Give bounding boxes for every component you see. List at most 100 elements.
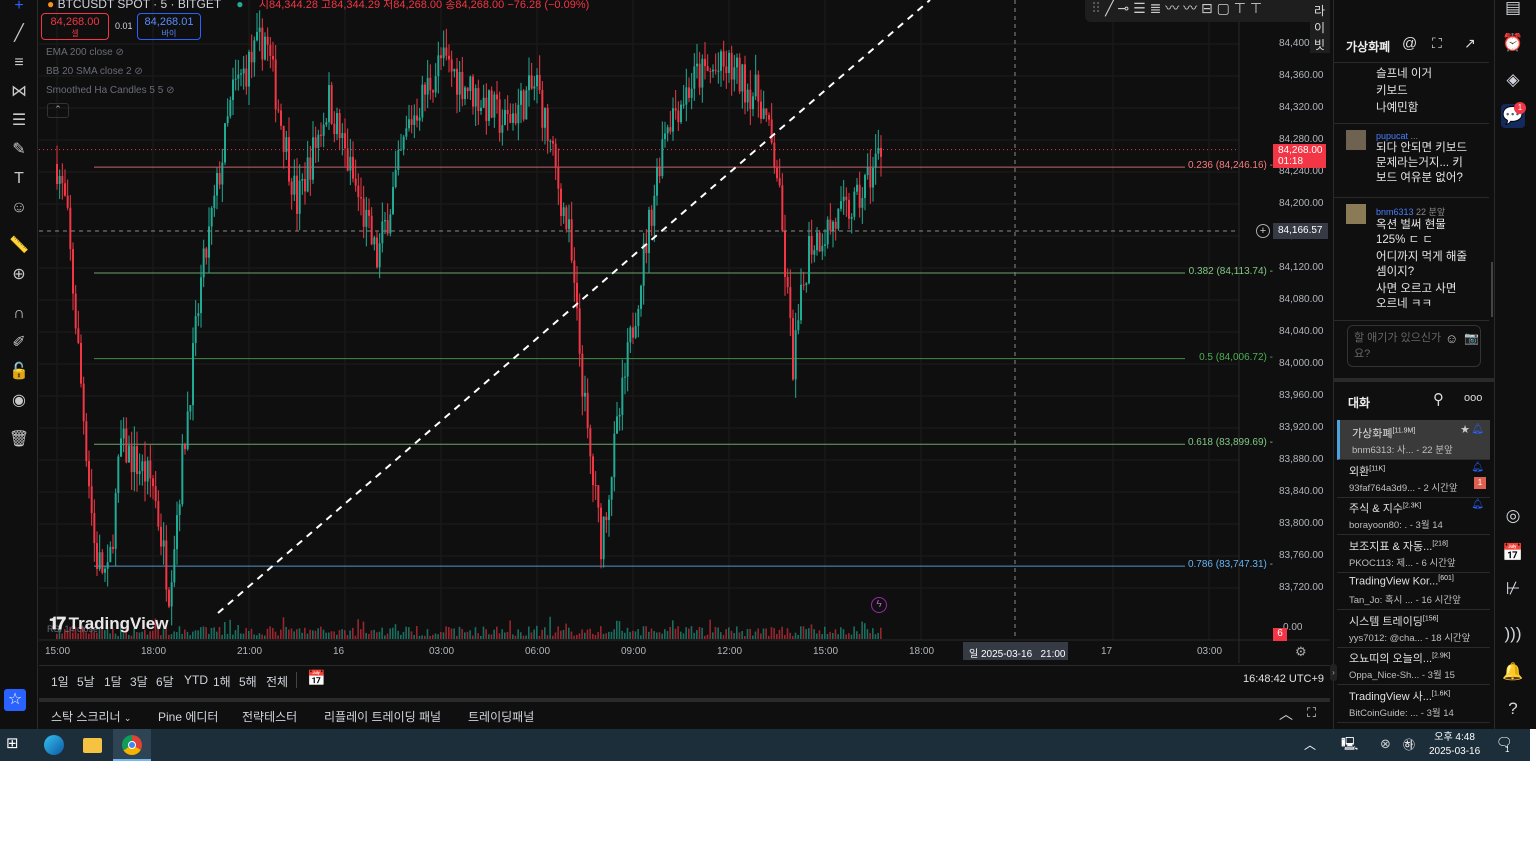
edge-icon[interactable] bbox=[44, 735, 64, 755]
help-icon[interactable]: ? bbox=[1501, 697, 1525, 721]
maximize-panel-icon[interactable]: ⛶ bbox=[1307, 705, 1316, 721]
tab-pine-editor[interactable]: Pine 에디터 bbox=[158, 708, 218, 725]
polyline-icon[interactable]: 〰 bbox=[1183, 0, 1197, 16]
horizontal-ray-icon[interactable]: ⊸ bbox=[1117, 0, 1129, 16]
indicator-ha[interactable]: Smoothed Ha Candles 5 5 ⊘ bbox=[46, 85, 174, 96]
star-icon[interactable]: ★ bbox=[1460, 423, 1470, 436]
range-button[interactable]: 3달 bbox=[130, 673, 148, 690]
chat-room-item[interactable]: TradingView Kor...[601] Tan_Jo: 혹시 ... - … bbox=[1337, 570, 1490, 610]
sell-button[interactable]: 84,268.00 셀 bbox=[41, 13, 109, 40]
text-tool-icon[interactable]: T bbox=[5, 167, 33, 191]
chat-scrollbar[interactable] bbox=[1491, 262, 1493, 317]
brush-icon[interactable]: ✎ bbox=[5, 138, 33, 162]
alarm-clock-icon[interactable]: ⏰ bbox=[1501, 31, 1525, 55]
trend-line-tool-icon[interactable]: ╱ bbox=[1105, 0, 1113, 16]
bell-icon[interactable]: 🔔︎ bbox=[1471, 499, 1484, 510]
tray-chevron-icon[interactable]: ︿ bbox=[1304, 736, 1316, 753]
watchlist-icon[interactable]: ▤ bbox=[1501, 0, 1525, 20]
bell-icon[interactable]: 🔔︎ bbox=[1471, 462, 1484, 473]
fib-tool-icon[interactable]: ≡ bbox=[5, 51, 33, 75]
trash-icon[interactable]: 🗑 bbox=[5, 428, 33, 452]
taskbar-time[interactable]: 오후 4:48 bbox=[1429, 731, 1480, 745]
ime-icon[interactable]: ㉻ bbox=[1403, 736, 1415, 753]
tab-strategy-tester[interactable]: 전략테스터 bbox=[242, 708, 297, 725]
goto-date-icon[interactable]: 📅 bbox=[307, 669, 326, 687]
range-button[interactable]: YTD bbox=[184, 673, 208, 687]
message-user[interactable]: pupucat bbox=[1376, 131, 1408, 141]
chat-room-item[interactable]: 가상화폐[11.9M] bnm6313: 사... - 22 분앞 🔔︎ ★ bbox=[1337, 420, 1490, 460]
expand-icon[interactable]: ⛶ bbox=[1432, 35, 1442, 52]
tab-trading-panel[interactable]: 트레이딩패널 bbox=[468, 708, 534, 725]
avatar[interactable] bbox=[1346, 130, 1366, 150]
range-button[interactable]: 1일 bbox=[51, 673, 69, 690]
chat-room-item[interactable]: 외환[11K] 93faf764a3d9... - 2 시간앞 🔔︎ 1 bbox=[1337, 458, 1490, 498]
range-button[interactable]: 1달 bbox=[104, 673, 122, 690]
chat-room-item[interactable]: 시스템 트레이딩[156] yys7012: @cha... - 18 시간앞 bbox=[1337, 608, 1490, 648]
path-icon[interactable]: 〰 bbox=[1165, 0, 1179, 16]
drawing-toolbar-label[interactable]: 라이빗 bbox=[1310, 2, 1330, 53]
more-icon[interactable]: ooo bbox=[1464, 392, 1482, 404]
trend-line-icon[interactable]: ╱ bbox=[5, 22, 33, 46]
collapse-indicators-button[interactable]: ⌃ bbox=[47, 103, 69, 118]
options-icon[interactable]: ⊬ bbox=[1501, 577, 1525, 601]
parallel-channel-icon[interactable]: ☰ bbox=[1133, 0, 1146, 16]
chat-room-item[interactable]: 보조지표 & 자동...[218] PKOC113: 제... - 6 시간앞 bbox=[1337, 533, 1490, 573]
target-icon[interactable]: ◎ bbox=[1501, 504, 1525, 528]
chat-input[interactable]: 할 애기가 있으신가요? ☺ 📷 bbox=[1347, 325, 1481, 367]
buy-button[interactable]: 84,268.01 바이 bbox=[137, 13, 201, 40]
network-icon[interactable]: 🖳 bbox=[1341, 735, 1358, 757]
avatar[interactable] bbox=[1346, 204, 1366, 224]
bell-icon[interactable]: 🔔 bbox=[1501, 660, 1525, 684]
hidden-eye-icon[interactable]: ⊘ bbox=[166, 85, 174, 96]
message-user[interactable]: bnm6313 bbox=[1376, 207, 1414, 217]
ruler-icon[interactable]: 📏 bbox=[5, 234, 33, 258]
file-explorer-icon[interactable] bbox=[83, 738, 102, 753]
chat-room-item[interactable]: TradingView 사...[1.6K] BitCoinGuide: ... … bbox=[1337, 683, 1490, 723]
tab-stock-screener[interactable]: 스탁 스크리너 ⌄ bbox=[51, 708, 131, 725]
collapse-panel-handle[interactable]: › bbox=[1330, 664, 1337, 681]
chat-room-item[interactable]: 주식 & 지수[2.3K] borayoon80: . - 3월 14 🔔︎ bbox=[1337, 495, 1490, 535]
chart-pane[interactable]: ● BTCUSDT SPOT · 5 · BITGET ● 시84,344.28… bbox=[39, 0, 1330, 663]
tab-replay-trading-panel[interactable]: 리플레이 트레이딩 패널 bbox=[324, 708, 441, 725]
camera-icon[interactable]: 📷 bbox=[1464, 331, 1479, 345]
crosshair-icon[interactable]: + bbox=[5, 0, 33, 18]
layers-icon[interactable]: ◈ bbox=[1501, 68, 1525, 92]
indicator-bb[interactable]: BB 20 SMA close 2 ⊘ bbox=[46, 66, 143, 77]
chat-room-item[interactable]: 오뇨띠의 오늘의...[2.9K] Oppa_Nice-Sh... - 3월 15 bbox=[1337, 645, 1490, 685]
taskbar-date[interactable]: 2025-03-16 bbox=[1429, 745, 1480, 759]
stream-icon[interactable]: ))) bbox=[1501, 622, 1525, 646]
clock[interactable]: 16:48:42 UTC+9 bbox=[1243, 673, 1324, 685]
bell-icon[interactable]: 🔔︎ bbox=[1471, 424, 1484, 435]
fib-retracement-icon[interactable]: ≣ bbox=[1150, 0, 1162, 16]
magnet-icon[interactable]: ∩ bbox=[5, 302, 33, 326]
tray-app-icon[interactable]: ⊗ bbox=[1380, 736, 1391, 752]
range-button[interactable]: 6달 bbox=[156, 673, 174, 690]
pattern-tool-icon[interactable]: ⋈ bbox=[5, 80, 33, 104]
drag-handle-icon[interactable]: ⠿ bbox=[1091, 0, 1101, 16]
zoom-in-icon[interactable]: ⊕ bbox=[5, 263, 33, 287]
range-button[interactable]: 5해 bbox=[239, 673, 257, 690]
date-range-icon[interactable]: ⊤ bbox=[1250, 0, 1262, 16]
search-icon[interactable]: ⚲ bbox=[1433, 390, 1444, 408]
projection-tool-icon[interactable]: ☰ bbox=[5, 109, 33, 133]
range-button[interactable]: 전체 bbox=[266, 673, 288, 690]
position-icon[interactable]: ⊟ bbox=[1201, 0, 1213, 16]
indicator-ema[interactable]: EMA 200 close ⊘ bbox=[46, 47, 124, 58]
mention-icon[interactable]: @ bbox=[1402, 35, 1417, 52]
emoji-icon[interactable]: ☺ bbox=[5, 196, 33, 220]
price-range-icon[interactable]: ⊤ bbox=[1234, 0, 1246, 16]
calendar-icon[interactable]: 📅 bbox=[1501, 541, 1525, 565]
lock-drawing-icon[interactable]: ✐ bbox=[5, 331, 33, 355]
chrome-icon[interactable] bbox=[113, 729, 151, 761]
chart-settings-icon[interactable]: ⚙ bbox=[1295, 644, 1307, 660]
hidden-eye-icon[interactable]: ⊘ bbox=[134, 66, 142, 77]
lock-icon[interactable]: 🔓 bbox=[5, 360, 33, 384]
favorites-star-icon[interactable]: ☆ bbox=[4, 689, 26, 711]
chevron-up-icon[interactable]: ︿ bbox=[1279, 704, 1293, 724]
popout-icon[interactable]: ↗ bbox=[1464, 35, 1476, 52]
hidden-eye-icon[interactable]: ⊘ bbox=[116, 47, 124, 58]
range-button[interactable]: 1해 bbox=[213, 673, 231, 690]
emoji-icon[interactable]: ☺ bbox=[1445, 331, 1458, 346]
windows-start-icon[interactable]: ⊞ bbox=[6, 734, 19, 752]
rectangle-icon[interactable]: ▢ bbox=[1217, 0, 1230, 16]
